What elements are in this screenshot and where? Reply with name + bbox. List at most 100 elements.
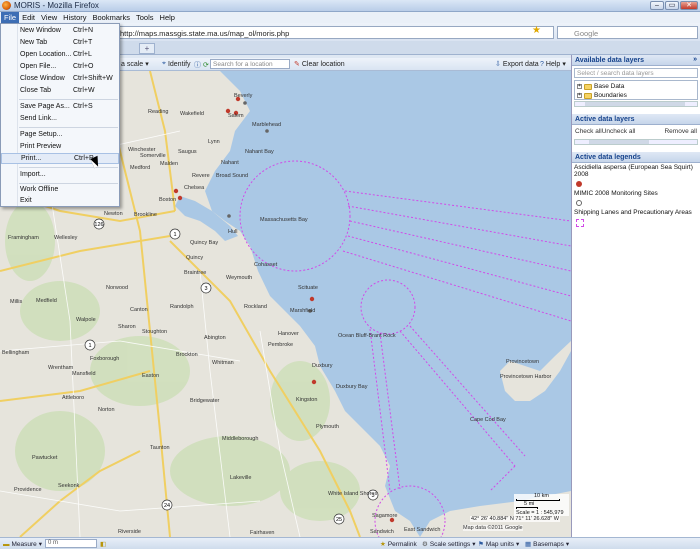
menu-file[interactable]: File [1,12,20,23]
menu-item-work-offline[interactable]: Work Offline [1,185,119,196]
uncheck-all-button[interactable]: Uncheck all [602,128,636,135]
place-label: Broad Sound [216,173,248,179]
place-label: Weymouth [226,275,252,281]
place-label: Millis [10,299,22,305]
menu-item-label: Page Setup... [20,131,63,138]
active-layers-scrollbar[interactable] [574,139,698,145]
ruler-icon: ▬ [3,540,10,548]
legend-dot-icon [576,181,582,187]
info-icon[interactable]: ⓘ [194,60,201,70]
place-label: Provincetown [506,359,539,365]
window-titlebar: MORIS - Mozilla Firefox – ▭ ✕ [0,0,700,12]
identify-icon: ⌖ [162,60,166,67]
measure-button[interactable]: ▬ Measure ▾ [3,540,42,549]
menu-item-print-preview[interactable]: Print Preview [1,142,119,153]
menu-item-label: Import... [20,171,46,178]
place-label: Kingston [296,397,317,403]
refresh-icon[interactable]: ⟳ [203,61,209,69]
scale-km-label: 10 km [534,493,549,499]
expand-icon[interactable]: + [577,93,582,98]
maximize-button[interactable]: ▭ [665,1,679,10]
menu-item-new-tab[interactable]: New Tab Ctrl+T [1,38,119,49]
identify-button[interactable]: ⌖ Identify [162,60,191,68]
place-label: Medfield [36,298,57,304]
place-label: Cohasset [254,262,278,268]
available-layers-header: Available data layers » [572,55,700,66]
place-label: Lakeville [230,475,251,481]
menu-tools[interactable]: Tools [133,12,157,23]
tree-scrollbar[interactable] [574,101,698,107]
menu-item-import[interactable]: Import... [1,170,119,181]
permalink-button[interactable]: ★ Permalink [380,540,417,549]
menu-edit[interactable]: Edit [19,12,38,23]
measure-value-field[interactable]: 0 m [45,539,97,548]
place-label: Norwood [106,285,128,291]
menu-item-shortcut: Ctrl+S [73,103,93,110]
menu-item-save-page-as[interactable]: Save Page As... Ctrl+S [1,102,119,113]
menu-item-print[interactable]: Print... Ctrl+P [1,153,119,164]
dropdown-arrow-icon: ▾ [565,541,570,548]
menu-item-close-window[interactable]: Close Window Ctrl+Shift+W [1,74,119,85]
map-units-button[interactable]: ⚑ Map units ▾ [478,540,519,549]
search-input[interactable]: Google [557,26,698,39]
menu-item-close-tab[interactable]: Close Tab Ctrl+W [1,86,119,97]
svg-text:24: 24 [164,503,170,509]
basemaps-button[interactable]: ▦ Basemaps ▾ [525,540,570,549]
expand-icon[interactable]: + [577,84,582,89]
scale-control[interactable]: a scale ▾ [121,60,149,69]
menu-item-open-location[interactable]: Open Location... Ctrl+L [1,50,119,61]
menu-item-open-file[interactable]: Open File... Ctrl+O [1,62,119,73]
help-button[interactable]: ? Help ▾ [540,60,566,69]
place-label: Quincy [186,255,203,261]
menu-item-label: Close Window [20,75,65,82]
menu-item-page-setup[interactable]: Page Setup... [1,130,119,141]
close-button[interactable]: ✕ [680,1,698,10]
menu-history[interactable]: History [60,12,89,23]
place-label: Abington [204,335,226,341]
menu-separator [19,183,118,184]
scrollbar-thumb[interactable] [585,102,685,106]
menu-separator [19,127,118,128]
place-label: Boston [159,197,176,203]
place-label: East Sandwich [404,527,440,533]
scrollbar-thumb[interactable] [589,140,649,144]
place-label: Beverly [234,93,253,99]
menu-item-new-window[interactable]: New Window Ctrl+N [1,26,119,37]
remove-all-button[interactable]: Remove all [664,128,697,135]
minimize-button[interactable]: – [650,1,664,10]
tree-node-label: Boundaries [594,92,627,99]
menu-bookmarks[interactable]: Bookmarks [90,12,134,23]
place-label: Wakefield [180,111,204,117]
address-bar[interactable]: http://maps.massgis.state.ma.us/map_ol/m… [116,26,554,39]
menu-item-exit[interactable]: Exit [1,196,119,207]
collapse-panel-icon[interactable]: » [693,56,697,63]
bookmark-star-icon[interactable]: ★ [532,26,541,36]
tree-node-label: Base Data [594,83,625,90]
menu-item-label: Exit [20,197,32,204]
layer-search-input[interactable]: Select / search data layers [574,68,698,78]
menu-item-shortcut: Ctrl+W [73,87,95,94]
dropdown-arrow-icon: ▾ [145,61,149,68]
menu-help[interactable]: Help [157,12,178,23]
place-label: Hanover [278,331,299,337]
menu-item-send-link[interactable]: Send Link... [1,114,119,125]
clear-measure-icon[interactable]: ◧ [100,540,106,548]
menu-view[interactable]: View [38,12,60,23]
clear-location-button[interactable]: ✎ Clear location [294,60,345,69]
scale-settings-button[interactable]: ⚙ Scale settings ▾ [422,540,476,549]
export-data-button[interactable]: ⇩ Export data [495,60,539,69]
place-label: Rockland [244,304,267,310]
svg-text:1: 1 [88,343,91,349]
new-tab-button[interactable]: + [139,43,155,54]
tree-node-boundaries[interactable]: + Boundaries [577,92,627,99]
place-label: Braintree [184,270,206,276]
place-label: Nahant [221,160,239,166]
active-layers-header: Active data layers [572,114,700,125]
place-label: Foxborough [90,356,119,362]
tree-node-base-data[interactable]: + Base Data [577,83,624,90]
dropdown-arrow-icon: ▾ [562,61,566,68]
place-label: Sandwich [370,529,394,535]
menu-item-label: Open Location... [20,51,72,58]
location-search-input[interactable]: Search for a location [210,59,290,69]
check-all-button[interactable]: Check all [575,128,602,135]
